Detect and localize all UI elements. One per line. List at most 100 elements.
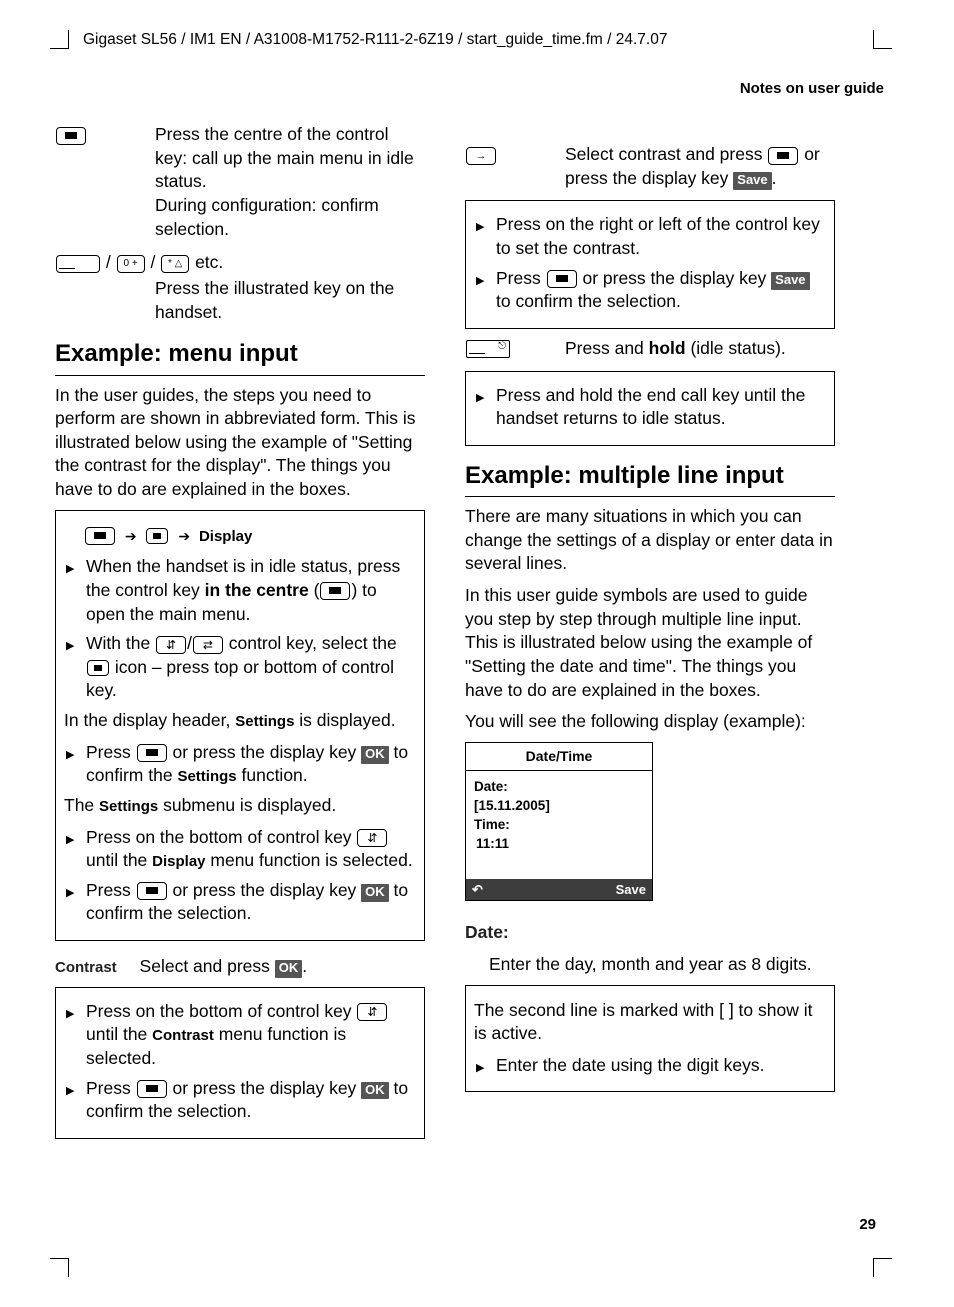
undo-icon: ↶ <box>472 881 483 899</box>
text: In the display header, <box>64 710 235 730</box>
paragraph: Enter the day, month and year as 8 digit… <box>489 953 835 977</box>
paragraph: You will see the following display (exam… <box>465 710 835 734</box>
text: Press the illustrated key on the handset… <box>155 277 425 324</box>
right-key-icon <box>466 147 496 165</box>
crop-mark <box>873 1258 892 1277</box>
settings-icon <box>87 660 109 676</box>
text: until the <box>86 850 152 870</box>
header-path: Gigaset SL56 / IM1 EN / A31008-M1752-R11… <box>83 30 884 51</box>
paragraph: In this user guide symbols are used to g… <box>465 584 835 702</box>
bullet-icon <box>66 879 86 926</box>
ok-label: OK <box>275 960 303 978</box>
updown-key-icon <box>156 636 186 654</box>
text: submenu is displayed. <box>158 795 336 815</box>
text: Press <box>86 1078 136 1098</box>
crop-mark <box>50 1258 69 1277</box>
text: icon – press top or bottom of control ke… <box>86 657 394 701</box>
bullet-icon <box>476 213 496 260</box>
bullet-icon <box>476 384 496 431</box>
text: or press the display key <box>168 880 362 900</box>
text: or press the display key <box>578 268 772 288</box>
text: Select contrast and press <box>565 144 767 164</box>
text-bold: Settings <box>177 768 236 785</box>
save-label: Save <box>733 172 771 190</box>
center-key-icon <box>547 270 577 288</box>
arrow-icon: ➔ <box>125 528 137 544</box>
left-column: Press the centre of the control key: cal… <box>55 121 425 1147</box>
section-title: Notes on user guide <box>55 79 884 99</box>
text: Press the centre of the control key: cal… <box>155 124 414 191</box>
ok-label: OK <box>361 746 389 764</box>
text-bold: hold <box>649 338 686 358</box>
page: Gigaset SL56 / IM1 EN / A31008-M1752-R11… <box>0 0 954 1307</box>
center-key-icon <box>137 744 167 762</box>
instruction-box: The second line is marked with [ ] to sh… <box>465 985 835 1093</box>
contrast-label: Contrast <box>55 959 117 976</box>
text: Press on the bottom of control key <box>86 827 356 847</box>
text: Press <box>86 742 136 762</box>
text: Press and <box>565 338 649 358</box>
phone-date-label: Date: <box>474 778 644 796</box>
text-bold: Settings <box>235 713 294 730</box>
bullet-icon <box>66 555 86 626</box>
settings-icon <box>146 528 168 544</box>
nav-label: Display <box>199 528 252 545</box>
phone-date-value: [15.11.2005] <box>474 797 644 815</box>
date-field-label: Date: <box>465 921 835 945</box>
center-key-icon <box>56 127 86 145</box>
arrow-icon: ➔ <box>178 528 190 544</box>
phone-time-value: 11:11 <box>474 835 644 853</box>
text: The second line is marked with [ ] to sh… <box>474 999 824 1046</box>
updown-key-icon <box>357 1003 387 1021</box>
paragraph: In the user guides, the steps you need t… <box>55 384 425 502</box>
crop-mark <box>873 30 892 49</box>
text: until the <box>86 1024 152 1044</box>
instruction-box: Press and hold the end call key until th… <box>465 371 835 446</box>
updown-key-icon <box>357 829 387 847</box>
text-bold: Settings <box>99 798 158 815</box>
text: control key, select the <box>224 633 397 653</box>
bullet-icon <box>66 1000 86 1071</box>
bullet-icon <box>66 1077 86 1124</box>
text: is displayed. <box>294 710 395 730</box>
paragraph: There are many situations in which you c… <box>465 505 835 576</box>
phone-title: Date/Time <box>466 743 652 771</box>
page-number: 29 <box>859 1215 876 1235</box>
text: Press <box>86 880 136 900</box>
bullet-icon <box>476 1054 496 1078</box>
center-key-icon <box>768 147 798 165</box>
bullet-icon <box>476 267 496 314</box>
text-bold: in the centre <box>205 580 309 600</box>
center-key-icon <box>85 527 115 545</box>
leftright-key-icon <box>193 636 223 654</box>
text: Press on the bottom of control key <box>86 1001 356 1021</box>
phone-save-label: Save <box>616 881 646 899</box>
end-call-key-icon <box>466 340 510 358</box>
text: Select and press <box>140 956 275 976</box>
bullet-icon <box>66 741 86 788</box>
text: (idle status). <box>686 338 786 358</box>
ok-label: OK <box>361 1082 389 1100</box>
text: to confirm the selection. <box>496 291 681 311</box>
ok-label: OK <box>361 884 389 902</box>
star-key-icon: * △ <box>161 255 189 273</box>
text-bold: Display <box>152 853 205 870</box>
text: During configuration: confirm selection. <box>155 195 379 239</box>
text: Press <box>496 268 546 288</box>
center-key-icon <box>137 1080 167 1098</box>
text: Press on the right or left of the contro… <box>496 213 824 260</box>
right-column: Select contrast and press or press the d… <box>465 121 835 1147</box>
phone-display: Date/Time Date: [15.11.2005] Time: 11:11… <box>465 742 653 901</box>
heading-menu-input: Example: menu input <box>55 338 425 375</box>
menu-key-icon <box>56 255 100 273</box>
crop-mark <box>50 30 69 49</box>
instruction-box: Press on the bottom of control key until… <box>55 987 425 1139</box>
text-bold: Contrast <box>152 1027 214 1044</box>
bullet-icon <box>66 632 86 703</box>
digit-key-icon: 0 + <box>117 255 145 273</box>
text: or press the display key <box>168 1078 362 1098</box>
text: Press and hold the end call key until th… <box>496 384 824 431</box>
text: With the <box>86 633 155 653</box>
text: menu function is selected. <box>206 850 413 870</box>
instruction-box: Press on the right or left of the contro… <box>465 200 835 329</box>
